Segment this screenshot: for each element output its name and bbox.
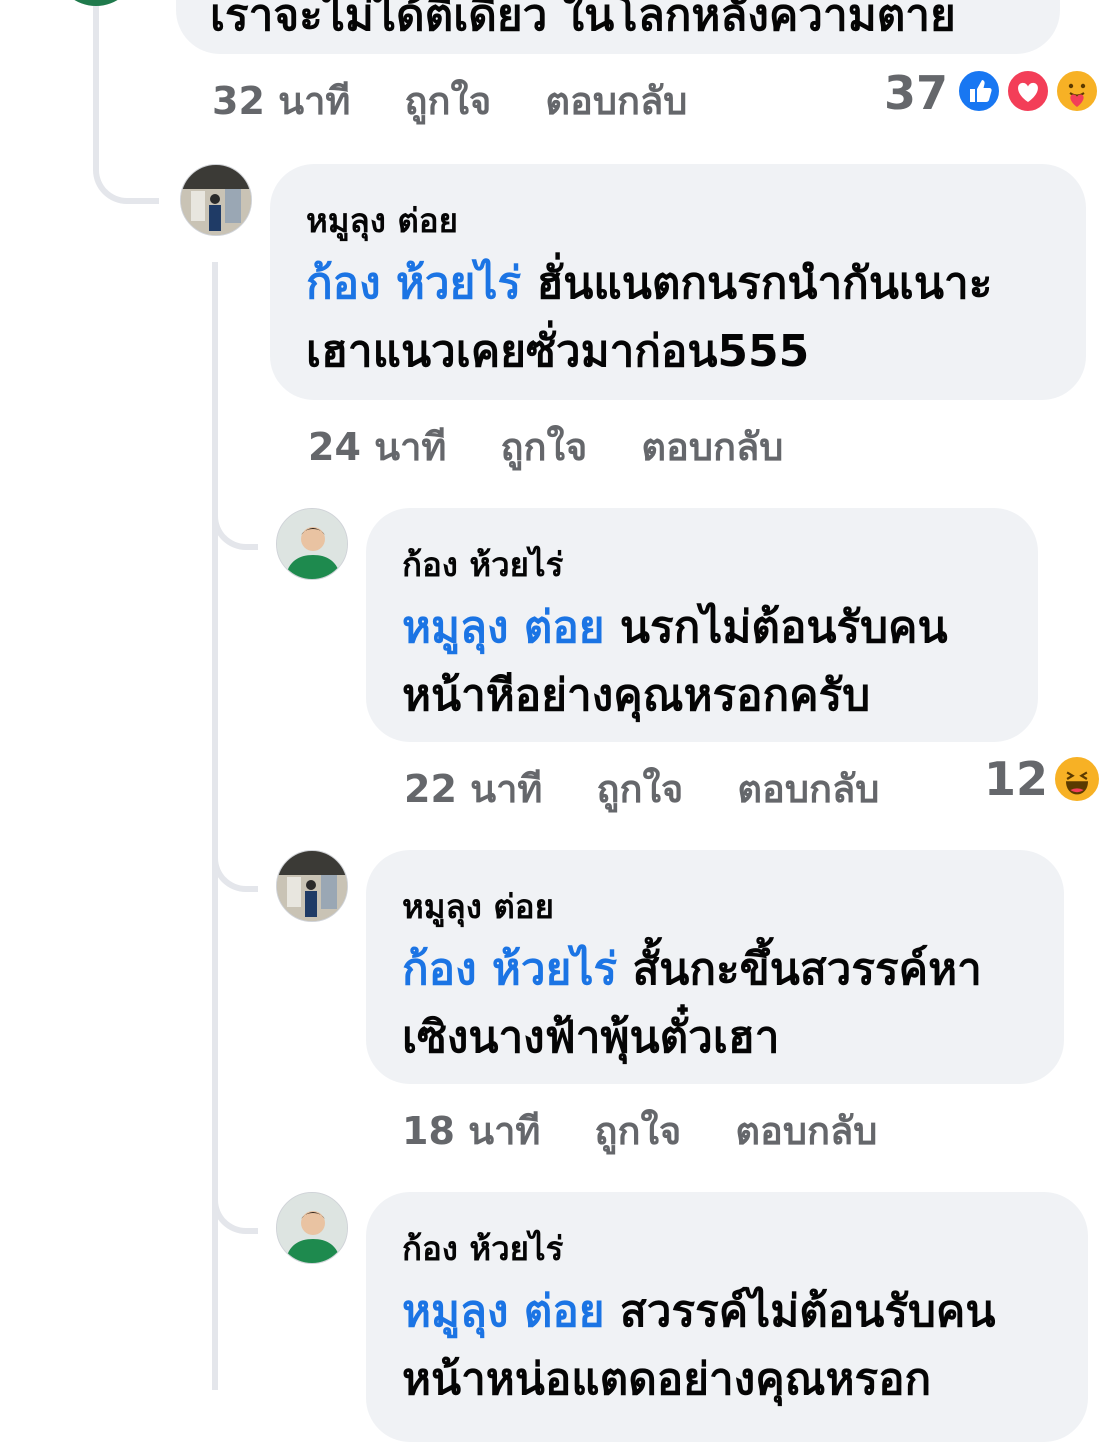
comment-time[interactable]: 18 นาที bbox=[402, 1109, 540, 1153]
author-name[interactable]: หมูลุง ต่อย bbox=[306, 194, 458, 247]
comment-line-1: สวรรค์ไม่ต้อนรับคน bbox=[619, 1286, 996, 1337]
avatar-photo-icon bbox=[277, 1193, 347, 1263]
like-button[interactable]: ถูกใจ bbox=[404, 79, 491, 123]
top-comment-avatar[interactable] bbox=[58, 0, 134, 6]
author-name[interactable]: ก้อง ห้วยไร่ bbox=[402, 1222, 563, 1275]
avatar-photo-icon bbox=[181, 165, 251, 235]
reaction-count[interactable]: 12 bbox=[984, 752, 1048, 806]
comment-line-1: นรกไม่ต้อนรับคน bbox=[619, 602, 948, 653]
reply-button[interactable]: ตอบกลับ bbox=[545, 79, 687, 123]
love-icon bbox=[1005, 68, 1051, 114]
comment-time[interactable]: 24 นาที bbox=[308, 425, 446, 469]
thread-line-top bbox=[93, 0, 99, 140]
comment-text: ก้อง ห้วยไร่ ฮั่นแนตกนรกนำกันเนาะ เฮาแนว… bbox=[306, 250, 992, 386]
thread-curve-2 bbox=[212, 500, 258, 550]
top-comment-text: เราจะไม่ได้ตีเดียว ในโลกหลังความตาย bbox=[210, 0, 956, 41]
mention-link[interactable]: หมูลุง ต่อย bbox=[402, 1286, 605, 1337]
reaction-count[interactable]: 37 bbox=[884, 66, 948, 120]
comment-time[interactable]: 32 นาที bbox=[212, 79, 350, 123]
reply-bubble: หมูลุง ต่อย ก้อง ห้วยไร่ ฮั่นแนตกนรกนำกั… bbox=[270, 164, 1086, 400]
reply-meta: 24 นาที ถูกใจ ตอบกลับ bbox=[308, 416, 837, 477]
comment-line-2: เซิงนางฟ้าพุ้นตั๋วเฮา bbox=[402, 1012, 780, 1063]
avatar[interactable] bbox=[180, 164, 252, 236]
avatar[interactable] bbox=[276, 850, 348, 922]
comment-line-2: หน้าหีอย่างคุณหรอกครับ bbox=[402, 670, 871, 721]
author-name[interactable]: ก้อง ห้วยไร่ bbox=[402, 538, 563, 591]
like-button[interactable]: ถูกใจ bbox=[596, 767, 683, 811]
like-button[interactable]: ถูกใจ bbox=[500, 425, 587, 469]
top-comment-bubble: เราจะไม่ได้ตีเดียว ในโลกหลังความตาย bbox=[176, 0, 1060, 54]
reply-meta: 18 นาที ถูกใจ ตอบกลับ bbox=[402, 1100, 931, 1161]
avatar[interactable] bbox=[276, 1192, 348, 1264]
author-name[interactable]: หมูลุง ต่อย bbox=[402, 880, 554, 933]
reply-meta: 22 นาที ถูกใจ ตอบกลับ bbox=[404, 758, 933, 819]
care-icon bbox=[1054, 68, 1100, 114]
comment-line-1: ฮั่นแนตกนรกนำกันเนาะ bbox=[536, 258, 993, 309]
comment-time[interactable]: 22 นาที bbox=[404, 767, 542, 811]
comment-line-1: สั้นกะขึ้นสวรรค์หา bbox=[632, 944, 982, 995]
mention-link[interactable]: ก้อง ห้วยไร่ bbox=[306, 258, 521, 309]
mention-link[interactable]: หมูลุง ต่อย bbox=[402, 602, 605, 653]
comment-text: หมูลุง ต่อย สวรรค์ไม่ต้อนรับคน หน้าหน่อแ… bbox=[402, 1278, 995, 1414]
comment-text: ก้อง ห้วยไร่ สั้นกะขึ้นสวรรค์หา เซิงนางฟ… bbox=[402, 936, 982, 1072]
thread-line-nested bbox=[212, 262, 218, 1390]
haha-icon bbox=[1052, 754, 1102, 804]
mention-link[interactable]: ก้อง ห้วยไร่ bbox=[402, 944, 617, 995]
comment-line-2: หน้าหน่อแตดอย่างคุณหรอก bbox=[402, 1354, 932, 1405]
avatar-photo-icon bbox=[277, 851, 347, 921]
reply-bubble: ก้อง ห้วยไร่ หมูลุง ต่อย สวรรค์ไม่ต้อนรั… bbox=[366, 1192, 1088, 1442]
top-comment-meta: 32 นาที ถูกใจ ตอบกลับ bbox=[212, 70, 741, 131]
reply-bubble: หมูลุง ต่อย ก้อง ห้วยไร่ สั้นกะขึ้นสวรรค… bbox=[366, 850, 1064, 1084]
reply-button[interactable]: ตอบกลับ bbox=[641, 425, 783, 469]
thread-curve-3 bbox=[212, 842, 258, 892]
avatar[interactable] bbox=[276, 508, 348, 580]
avatar-photo-icon bbox=[277, 509, 347, 579]
reply-button[interactable]: ตอบกลับ bbox=[735, 1109, 877, 1153]
comment-text: หมูลุง ต่อย นรกไม่ต้อนรับคน หน้าหีอย่างค… bbox=[402, 594, 948, 730]
like-button[interactable]: ถูกใจ bbox=[594, 1109, 681, 1153]
reply-button[interactable]: ตอบกลับ bbox=[737, 767, 879, 811]
thread-curve-1 bbox=[93, 120, 159, 204]
reply-bubble: ก้อง ห้วยไร่ หมูลุง ต่อย นรกไม่ต้อนรับคน… bbox=[366, 508, 1038, 742]
comment-line-2: เฮาแนวเคยซั่วมาก่อน555 bbox=[306, 326, 810, 377]
thread-curve-4 bbox=[212, 1184, 258, 1234]
like-icon bbox=[956, 68, 1002, 114]
